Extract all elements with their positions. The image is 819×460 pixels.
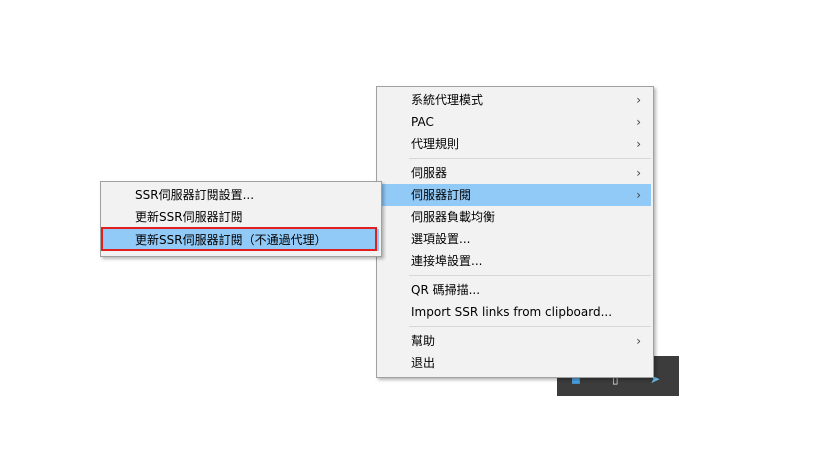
menu-item-label: 伺服器負載均衡 (411, 210, 496, 224)
menu-item-label: Import SSR links from clipboard... (411, 305, 613, 319)
chevron-right-icon: › (636, 166, 641, 180)
menu-item-label: 退出 (411, 356, 436, 370)
menu-item-port-settings[interactable]: 連接埠設置... (379, 250, 651, 272)
menu-item-label: 更新SSR伺服器訂閱 (135, 210, 243, 224)
menu-item-exit[interactable]: 退出 (379, 352, 651, 374)
submenu-item-subscription-settings[interactable]: SSR伺服器訂閱設置... (103, 184, 379, 206)
menu-item-proxy-rules[interactable]: 代理規則 › (379, 133, 651, 155)
submenu-item-update-subscription[interactable]: 更新SSR伺服器訂閱 (103, 206, 379, 228)
menu-item-label: 連接埠設置... (411, 254, 483, 268)
menu-item-label: 代理規則 (411, 137, 460, 151)
menu-item-label: SSR伺服器訂閱設置... (135, 188, 255, 202)
menu-separator (409, 275, 651, 276)
menu-item-label: 系統代理模式 (411, 93, 484, 107)
chevron-right-icon: › (636, 188, 641, 202)
menu-item-help[interactable]: 幫助 › (379, 330, 651, 352)
menu-item-system-proxy-mode[interactable]: 系統代理模式 › (379, 89, 651, 111)
chevron-right-icon: › (636, 334, 641, 348)
menu-item-load-balance[interactable]: 伺服器負載均衡 (379, 206, 651, 228)
menu-item-qr-scan[interactable]: QR 碼掃描... (379, 279, 651, 301)
menu-item-server-subscription[interactable]: 伺服器訂閱 › (379, 184, 651, 206)
menu-item-label: 伺服器 (411, 166, 448, 180)
annotation-highlight-box (101, 227, 377, 251)
menu-item-label: PAC (411, 115, 434, 129)
menu-item-options[interactable]: 選項設置... (379, 228, 651, 250)
menu-item-label: 幫助 (411, 334, 436, 348)
menu-item-label: QR 碼掃描... (411, 283, 481, 297)
menu-item-import-ssr-links[interactable]: Import SSR links from clipboard... (379, 301, 651, 323)
chevron-right-icon: › (636, 115, 641, 129)
chevron-right-icon: › (636, 137, 641, 151)
chevron-right-icon: › (636, 93, 641, 107)
context-menu: 系統代理模式 › PAC › 代理規則 › 伺服器 › 伺服器訂閱 › 伺服器負… (376, 86, 654, 378)
menu-item-label: 選項設置... (411, 232, 471, 246)
menu-separator (409, 158, 651, 159)
menu-item-label: 伺服器訂閱 (411, 188, 472, 202)
menu-item-pac[interactable]: PAC › (379, 111, 651, 133)
menu-item-servers[interactable]: 伺服器 › (379, 162, 651, 184)
menu-separator (409, 326, 651, 327)
